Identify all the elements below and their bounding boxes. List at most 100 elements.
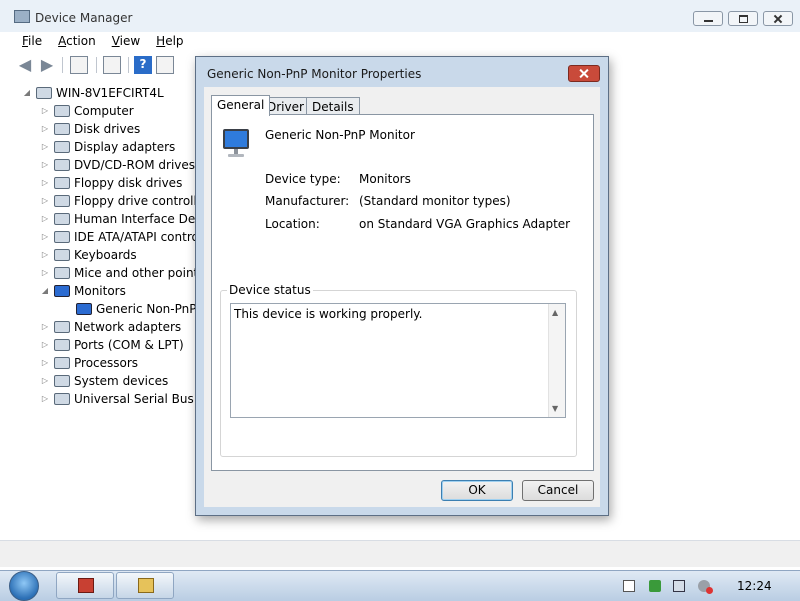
minimize-button[interactable] — [693, 11, 723, 26]
device-category-icon — [54, 141, 70, 153]
properties-icon[interactable] — [103, 56, 121, 74]
device-manager-icon — [78, 578, 94, 593]
ok-button[interactable]: OK — [441, 480, 513, 501]
help-icon[interactable]: ? — [134, 56, 152, 74]
dialog-body: General Driver Details Generic Non-PnP M… — [204, 87, 600, 507]
tree-category[interactable]: ▷ Processors — [40, 354, 138, 372]
cancel-button[interactable]: Cancel — [522, 480, 594, 501]
expand-icon[interactable]: ▷ — [40, 178, 50, 188]
device-category-icon — [54, 357, 70, 369]
device-status-group: Device status This device is working pro… — [220, 283, 577, 457]
device-name: Generic Non-PnP Monitor — [265, 128, 415, 142]
expand-icon[interactable]: ▷ — [40, 376, 50, 386]
expand-icon[interactable]: ▷ — [40, 160, 50, 170]
forward-arrow-icon[interactable]: ▶ — [38, 56, 56, 74]
menu-view[interactable]: View — [104, 32, 148, 52]
device-status-textbox[interactable]: This device is working properly. ▲ ▼ — [230, 303, 566, 418]
expand-icon[interactable]: ▷ — [40, 106, 50, 116]
tree-category[interactable]: ▷ Disk drives — [40, 120, 140, 138]
tree-category[interactable]: ▷ Universal Serial Bus controllers — [40, 390, 206, 408]
tree-category[interactable]: ▷ Human Interface Devices — [40, 210, 206, 228]
volume-muted-icon[interactable] — [698, 580, 713, 594]
tab-details[interactable]: Details — [306, 97, 360, 115]
tree-item-label: Display adapters — [74, 140, 176, 154]
dialog-title: Generic Non-PnP Monitor Properties — [207, 67, 422, 81]
action-center-icon[interactable] — [649, 580, 661, 592]
status-scrollbar[interactable]: ▲ ▼ — [548, 304, 565, 417]
tree-item-label: Monitors — [74, 284, 126, 298]
menu-action[interactable]: Action — [50, 32, 104, 52]
expand-icon[interactable]: ▷ — [40, 250, 50, 260]
expand-icon[interactable]: ▷ — [40, 322, 50, 332]
expand-icon[interactable]: ▷ — [40, 358, 50, 368]
scroll-down-icon[interactable]: ▼ — [552, 404, 558, 413]
status-bar — [0, 540, 800, 567]
device-category-icon — [54, 159, 70, 171]
toolbar-separator — [96, 57, 97, 73]
taskbar: 12:24 — [0, 570, 800, 601]
collapse-icon[interactable]: ◢ — [22, 88, 32, 98]
device-category-icon — [54, 105, 70, 117]
device-category-icon — [76, 303, 92, 315]
folder-icon — [138, 578, 154, 593]
title-bar[interactable]: Device Manager — [0, 0, 800, 32]
expand-icon[interactable]: ▷ — [40, 214, 50, 224]
toolbar-separator — [128, 57, 129, 73]
back-arrow-icon[interactable]: ◀ — [16, 56, 34, 74]
tree-category[interactable]: ▷ Floppy disk drives — [40, 174, 182, 192]
tree-item-label: Floppy drive controllers — [74, 194, 206, 208]
tree-category[interactable]: ▷ Ports (COM & LPT) — [40, 336, 184, 354]
tree-root[interactable]: ◢ WIN-8V1EFCIRT4L — [22, 84, 164, 102]
menu-file[interactable]: File — [14, 32, 50, 52]
collapse-icon[interactable]: ◢ — [40, 286, 50, 296]
device-manager-icon — [14, 10, 30, 23]
device-category-icon — [54, 177, 70, 189]
device-tree: ◢ WIN-8V1EFCIRT4L ▷ Computer ▷ Disk drives ▷… — [16, 84, 206, 414]
tree-category[interactable]: ▷ DVD/CD-ROM drives — [40, 156, 195, 174]
tree-item-label: Ports (COM & LPT) — [74, 338, 184, 352]
tree-item-label: Network adapters — [74, 320, 182, 334]
tree-category[interactable]: ▷ Computer — [40, 102, 134, 120]
tree-item-label: Mice and other pointing devices — [74, 266, 206, 280]
menu-help[interactable]: Help — [148, 32, 191, 52]
expand-icon[interactable]: ▷ — [40, 142, 50, 152]
clock[interactable]: 12:24 — [737, 579, 772, 593]
close-button[interactable] — [763, 11, 793, 26]
tree-category[interactable]: ▷ Network adapters — [40, 318, 181, 336]
view-icon[interactable] — [156, 56, 174, 74]
start-button[interactable] — [5, 571, 45, 601]
maximize-button[interactable] — [728, 11, 758, 26]
expand-icon[interactable]: ▷ — [40, 124, 50, 134]
tree-category[interactable]: ▷ System devices — [40, 372, 168, 390]
device-category-icon — [54, 339, 70, 351]
tree-item-label: Disk drives — [74, 122, 141, 136]
window-title: Device Manager — [35, 11, 133, 25]
device-status-text: This device is working properly. — [234, 307, 423, 321]
tab-general[interactable]: General — [211, 95, 271, 116]
taskbar-device-manager[interactable] — [56, 572, 114, 599]
taskbar-explorer[interactable] — [116, 572, 174, 599]
dialog-close-button[interactable] — [568, 65, 600, 82]
device-category-icon — [54, 375, 70, 387]
tree-category[interactable]: ▷ IDE ATA/ATAPI controllers — [40, 228, 206, 246]
expand-icon[interactable]: ▷ — [40, 232, 50, 242]
tree-category[interactable]: ▷ Display adapters — [40, 138, 175, 156]
tree-child-item[interactable]: Generic Non-PnP Monitor — [72, 300, 206, 318]
tree-category[interactable]: ◢ Monitors — [40, 282, 126, 300]
show-hide-console-tree-icon[interactable] — [70, 56, 88, 74]
expand-icon[interactable]: ▷ — [40, 340, 50, 350]
expand-icon[interactable]: ▷ — [40, 394, 50, 404]
tree-category[interactable]: ▷ Keyboards — [40, 246, 137, 264]
tree-root-label: WIN-8V1EFCIRT4L — [56, 86, 164, 100]
tree-category[interactable]: ▷ Mice and other pointing devices — [40, 264, 206, 282]
tree-item-label: IDE ATA/ATAPI controllers — [74, 230, 206, 244]
expand-icon[interactable]: ▷ — [40, 196, 50, 206]
tree-item-label: Universal Serial Bus controllers — [74, 392, 206, 406]
tree-category[interactable]: ▷ Floppy drive controllers — [40, 192, 206, 210]
notes-icon[interactable] — [623, 580, 635, 592]
network-icon[interactable] — [673, 580, 685, 592]
device-category-icon — [54, 285, 70, 297]
expand-icon[interactable]: ▷ — [40, 268, 50, 278]
scroll-up-icon[interactable]: ▲ — [552, 308, 558, 317]
tree-item-label: Computer — [74, 104, 134, 118]
